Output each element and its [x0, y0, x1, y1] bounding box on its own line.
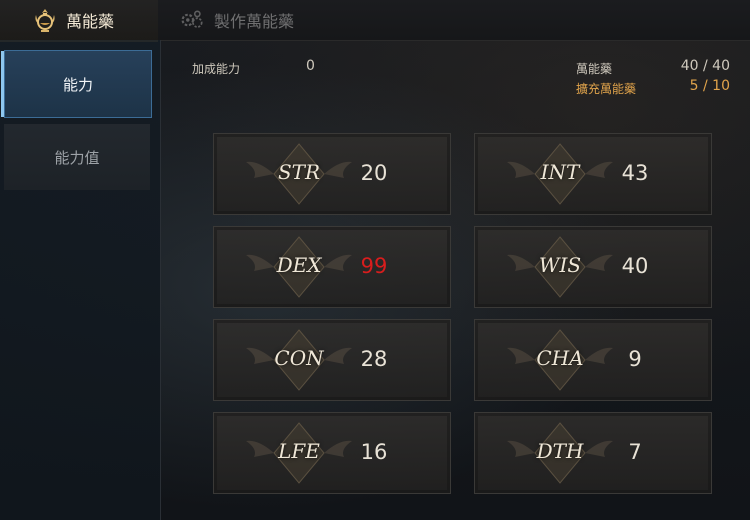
stat-value: 99 [360, 254, 388, 278]
sidebar-item-ability-values[interactable]: 能力值 [4, 124, 150, 190]
stat-value: 7 [628, 440, 642, 464]
stat-name: INT [540, 160, 580, 184]
bonus-ability-label: 加成能力 [192, 62, 241, 76]
stat-card-int[interactable]: INT 43 [474, 133, 712, 215]
stat-name: CHA [536, 346, 584, 370]
expand-elixir-value: 5 / 10 [689, 78, 730, 94]
stat-name: WIS [538, 253, 582, 277]
stat-value: 16 [360, 440, 388, 464]
tab-elixir-label: 萬能藥 [66, 12, 115, 31]
stat-card-wis[interactable]: WIS 40 [474, 226, 712, 308]
stat-card-dth[interactable]: DTH 7 [474, 412, 712, 494]
expand-elixir-label: 擴充萬能藥 [576, 82, 637, 96]
stat-value: 28 [360, 347, 388, 371]
top-tab-bar: 萬能藥 製作萬能藥 [0, 0, 750, 42]
stat-card-cha[interactable]: CHA 9 [474, 319, 712, 401]
stat-name: STR [277, 160, 321, 184]
sidebar-item-label: 能力值 [54, 148, 100, 167]
stat-value: 40 [621, 254, 649, 278]
elixir-count-label: 萬能藥 [576, 62, 613, 76]
stat-name: LFE [278, 439, 320, 463]
crafting-gears-icon [180, 7, 206, 33]
bonus-ability-value: 0 [306, 58, 315, 74]
stat-value: 43 [621, 161, 649, 185]
stat-card-con[interactable]: CON 28 [213, 319, 451, 401]
sidebar: 能力 能力值 [0, 40, 161, 520]
stat-value: 20 [360, 161, 388, 185]
sidebar-item-label: 能力 [62, 75, 93, 94]
stat-name: CON [274, 346, 324, 370]
elixir-count-value: 40 / 40 [680, 58, 730, 74]
sidebar-item-ability[interactable]: 能力 [1, 50, 152, 118]
stat-value: 9 [628, 347, 642, 371]
tab-craft-elixir[interactable]: 製作萬能藥 [176, 0, 336, 40]
stat-card-lfe[interactable]: LFE 16 [213, 412, 451, 494]
stat-name: DEX [276, 253, 322, 277]
stat-name: DTH [536, 439, 584, 463]
tab-craft-elixir-label: 製作萬能藥 [214, 12, 295, 31]
potion-crest-icon [32, 7, 58, 33]
tab-elixir[interactable]: 萬能藥 [0, 0, 158, 42]
stat-card-dex[interactable]: DEX 99 [213, 226, 451, 308]
stat-card-str[interactable]: STR 20 [213, 133, 451, 215]
